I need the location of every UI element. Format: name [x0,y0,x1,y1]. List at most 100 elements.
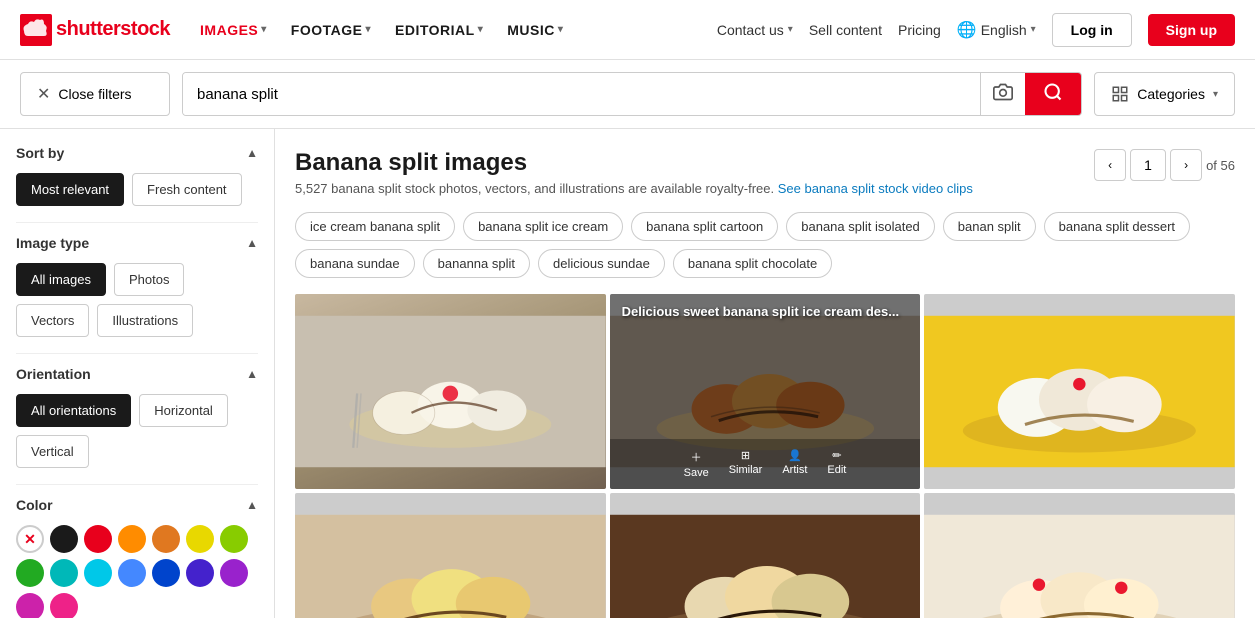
nav-footage-chevron: ▾ [365,24,371,35]
tag-banan-split[interactable]: banan split [943,212,1036,241]
image-card-3[interactable] [924,294,1235,489]
color-green-light[interactable] [220,525,248,553]
sell-content-link[interactable]: Sell content [809,22,882,38]
main-content: Banana split images 5,527 banana split s… [275,129,1255,618]
camera-search-button[interactable] [980,73,1025,115]
color-black[interactable] [50,525,78,553]
image-2-title: Delicious sweet banana split ice cream d… [622,304,909,319]
contact-us-link[interactable]: Contact us ▾ [717,22,793,38]
color-clear[interactable]: ✕ [16,525,44,553]
color-green[interactable] [16,559,44,587]
categories-button[interactable]: Categories ▾ [1094,72,1235,116]
color-teal[interactable] [50,559,78,587]
image-card-2[interactable]: Delicious sweet banana split ice cream d… [610,294,921,489]
orient-all[interactable]: All orientations [16,394,131,427]
tag-banana-sundae[interactable]: banana sundae [295,249,415,278]
header: shutterstock IMAGES ▾ FOOTAGE ▾ EDITORIA… [0,0,1255,60]
tags-row: ice cream banana split banana split ice … [295,212,1235,278]
similar-icon: ⊞ [741,449,750,462]
tag-banana-split-ice-cream[interactable]: banana split ice cream [463,212,623,241]
color-cyan[interactable] [84,559,112,587]
language-selector[interactable]: 🌐 English ▾ [957,20,1036,40]
color-yellow[interactable] [186,525,214,553]
sort-fresh-content[interactable]: Fresh content [132,173,242,206]
nav-images[interactable]: IMAGES ▾ [190,16,277,44]
categories-chevron: ▾ [1213,89,1218,100]
color-violet[interactable] [16,593,44,618]
contact-chevron: ▾ [788,24,793,35]
header-right: Contact us ▾ Sell content Pricing 🌐 Engl… [717,13,1235,47]
tag-bananna-split[interactable]: bananna split [423,249,530,278]
next-page-button[interactable]: › [1170,149,1202,181]
edit-action[interactable]: ✏ Edit [827,449,846,479]
search-input-wrap [182,72,1082,116]
divider-1 [16,222,258,223]
close-filters-icon: ✕ [37,84,50,104]
search-input[interactable] [183,73,980,115]
orientation-row1: All orientations Horizontal [16,394,258,427]
nav-editorial[interactable]: EDITORIAL ▾ [385,16,493,44]
login-button[interactable]: Log in [1052,13,1132,47]
sort-by-header[interactable]: Sort by ▲ [16,145,258,161]
color-indigo[interactable] [186,559,214,587]
grid-icon [1111,85,1129,103]
main-layout: Sort by ▲ Most relevant Fresh content Im… [0,129,1255,618]
tag-banana-split-dessert[interactable]: banana split dessert [1044,212,1190,241]
sort-by-options: Most relevant Fresh content [16,173,258,206]
image-6-visual [924,493,1235,618]
image-2-actions: ＋ Save ⊞ Similar 👤 Artist ✏ [610,439,921,489]
orient-vertical[interactable]: Vertical [16,435,89,468]
color-pink[interactable] [50,593,78,618]
nav-footage[interactable]: FOOTAGE ▾ [281,16,381,44]
sort-most-relevant[interactable]: Most relevant [16,173,124,206]
logo[interactable]: shutterstock [20,14,170,46]
signup-button[interactable]: Sign up [1148,14,1235,46]
nav-images-chevron: ▾ [261,24,267,35]
image-type-header[interactable]: Image type ▲ [16,235,258,251]
pagination: ‹ › of 56 [1094,149,1235,181]
tag-banana-split-isolated[interactable]: banana split isolated [786,212,935,241]
image-grid: Delicious sweet banana split ice cream d… [295,294,1235,618]
sidebar: Sort by ▲ Most relevant Fresh content Im… [0,129,275,618]
prev-page-button[interactable]: ‹ [1094,149,1126,181]
orient-horizontal[interactable]: Horizontal [139,394,228,427]
similar-action[interactable]: ⊞ Similar [729,449,763,479]
edit-icon: ✏ [832,449,841,462]
total-pages: of 56 [1206,158,1235,173]
save-action[interactable]: ＋ Save [684,449,709,479]
video-clips-link[interactable]: See banana split stock video clips [778,181,973,196]
search-submit-button[interactable] [1025,73,1081,115]
tag-banana-split-chocolate[interactable]: banana split chocolate [673,249,832,278]
tag-delicious-sundae[interactable]: delicious sundae [538,249,665,278]
type-all-images[interactable]: All images [16,263,106,296]
type-illustrations[interactable]: Illustrations [97,304,193,337]
sort-by-chevron: ▲ [246,146,258,160]
image-card-6[interactable] [924,493,1235,618]
image-type-chevron: ▲ [246,236,258,250]
color-orange[interactable] [118,525,146,553]
color-purple[interactable] [220,559,248,587]
orientation-chevron: ▲ [246,367,258,381]
image-card-4[interactable] [295,493,606,618]
orientation-header[interactable]: Orientation ▲ [16,366,258,382]
results-desc: 5,527 banana split stock photos, vectors… [295,181,973,196]
tag-ice-cream-banana-split[interactable]: ice cream banana split [295,212,455,241]
page-number-input[interactable] [1130,149,1166,181]
color-dark-orange[interactable] [152,525,180,553]
close-filters-button[interactable]: ✕ Close filters [20,72,170,116]
color-blue-light[interactable] [118,559,146,587]
image-4-visual [295,493,606,618]
color-header[interactable]: Color ▲ [16,497,258,513]
image-card-5[interactable] [610,493,921,618]
nav-music[interactable]: MUSIC ▾ [497,16,573,44]
image-card-1[interactable] [295,294,606,489]
image-5-visual [610,493,921,618]
tag-banana-split-cartoon[interactable]: banana split cartoon [631,212,778,241]
color-chevron: ▲ [246,498,258,512]
type-vectors[interactable]: Vectors [16,304,89,337]
color-blue[interactable] [152,559,180,587]
color-red[interactable] [84,525,112,553]
artist-action[interactable]: 👤 Artist [782,449,807,479]
type-photos[interactable]: Photos [114,263,184,296]
pricing-link[interactable]: Pricing [898,22,941,38]
